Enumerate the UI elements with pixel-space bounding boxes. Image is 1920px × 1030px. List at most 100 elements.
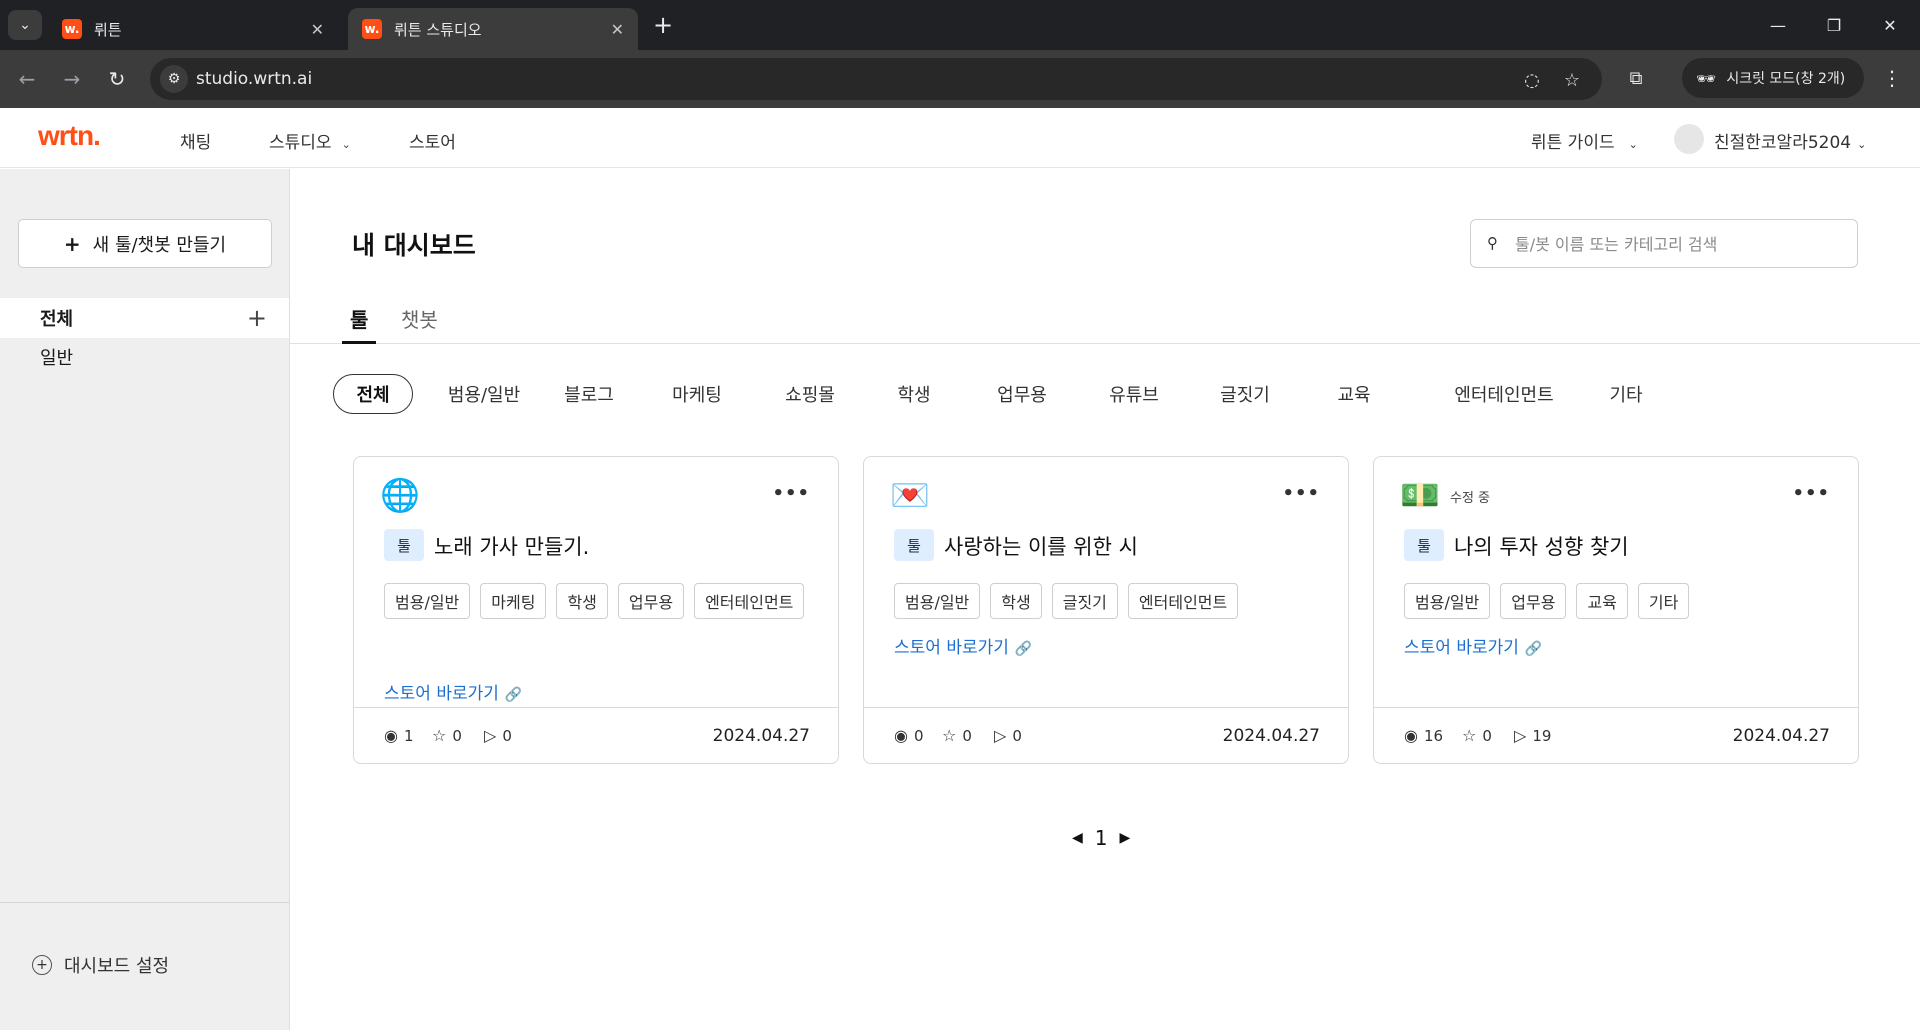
likes-count: 0: [452, 726, 462, 745]
link-icon: 🔗: [1014, 641, 1033, 657]
nav-chat[interactable]: 채팅: [180, 128, 211, 153]
search-input[interactable]: [1515, 232, 1845, 256]
new-tool-chatbot-button[interactable]: + 새 툴/챗봇 만들기: [18, 219, 272, 268]
store-link[interactable]: 스토어 바로가기 🔗: [894, 633, 1032, 658]
sidebar-item-all[interactable]: 전체 +: [0, 298, 289, 338]
user-menu[interactable]: 친절한코알라5204 ⌄: [1714, 128, 1866, 153]
likes-count: 0: [1482, 726, 1492, 745]
tab-tools[interactable]: 툴: [342, 304, 377, 344]
minimize-window-button[interactable]: —: [1750, 0, 1806, 50]
category-chip[interactable]: 쇼핑몰: [779, 374, 841, 414]
tool-name: 나의 투자 성향 찾기: [1454, 535, 1629, 559]
forward-arrow-icon[interactable]: →: [57, 64, 87, 94]
category-chip[interactable]: 엔터테인먼트: [1443, 374, 1565, 414]
address-bar[interactable]: ⚙ studio.wrtn.ai ◌ ☆: [150, 58, 1602, 100]
card-date: 2024.04.27: [1732, 726, 1830, 746]
tool-card[interactable]: 💌 ••• 툴 사랑하는 이를 위한 시 범용/일반 학생 글짓기 엔터테인먼트…: [863, 456, 1349, 764]
pagination: ◀ 1 ▶: [1072, 826, 1130, 850]
restore-window-button[interactable]: ❐: [1806, 0, 1862, 50]
category-chip[interactable]: 교육: [1333, 374, 1375, 414]
tab-close-icon[interactable]: ✕: [611, 20, 624, 39]
sidebar-item-general[interactable]: 일반: [0, 337, 289, 377]
plus-icon: +: [63, 231, 81, 256]
bookmark-star-icon[interactable]: ☆: [1560, 68, 1584, 92]
sidebar-item-label: 전체: [40, 309, 74, 330]
nav-studio[interactable]: 스튜디오 ⌄: [269, 128, 351, 153]
tab-close-icon[interactable]: ✕: [311, 20, 324, 39]
eye-off-icon[interactable]: ◌: [1520, 68, 1544, 92]
plus-circle-icon: +: [32, 955, 52, 975]
app-header: wrtn. 채팅 스튜디오 ⌄ 스토어 뤼튼 가이드 ⌄ 친절한코알라5204 ⌄: [0, 108, 1920, 168]
dashboard-settings-button[interactable]: + 대시보드 설정: [32, 952, 169, 978]
browser-tab-wrtn-studio[interactable]: w. 뤼튼 스튜디오 ✕: [348, 8, 638, 50]
runs-stat: ▷ 19: [1514, 726, 1551, 745]
tag-list: 범용/일반 업무용 교육 기타: [1404, 583, 1834, 619]
category-chip[interactable]: 글짓기: [1214, 374, 1276, 414]
site-settings-icon[interactable]: ⚙: [160, 65, 188, 93]
browser-menu-icon[interactable]: ⋮: [1880, 64, 1904, 92]
url-text[interactable]: studio.wrtn.ai: [196, 69, 312, 89]
category-chip[interactable]: 기타: [1605, 374, 1647, 414]
back-arrow-icon[interactable]: ←: [12, 64, 42, 94]
tab-search-button[interactable]: ⌄: [8, 10, 42, 40]
store-link[interactable]: 스토어 바로가기 🔗: [1404, 633, 1542, 658]
tag: 교육: [1576, 583, 1628, 619]
browser-tab-wrtn[interactable]: w. 뤼튼 ✕: [48, 8, 338, 50]
nav-store[interactable]: 스토어: [409, 128, 456, 153]
category-chip[interactable]: 범용/일반: [438, 374, 530, 414]
incognito-indicator[interactable]: 🕶 시크릿 모드(창 2개): [1682, 58, 1864, 98]
likes-count: 0: [962, 726, 972, 745]
card-footer: ◉ 1 ☆ 0 ▷ 0 2024.04.27: [354, 707, 838, 763]
eye-icon: ◉: [384, 726, 398, 745]
tool-card[interactable]: 🌐 ••• 툴 노래 가사 만들기. 범용/일반 마케팅 학생 업무용 엔터테인…: [353, 456, 839, 764]
status-badge: 수정 중: [1450, 491, 1491, 506]
tag: 글짓기: [1051, 583, 1118, 619]
category-chip[interactable]: 블로그: [558, 374, 620, 414]
love-letter-icon: 💌: [890, 476, 930, 514]
category-chip[interactable]: 학생: [893, 374, 935, 414]
more-options-icon[interactable]: •••: [772, 483, 810, 504]
views-stat: ◉ 16: [1404, 726, 1443, 745]
star-icon: ☆: [432, 726, 447, 745]
play-icon: ▷: [1514, 726, 1527, 745]
wrtn-favicon-icon: w.: [62, 19, 82, 39]
close-window-button[interactable]: ✕: [1862, 0, 1918, 50]
sidebar-divider: [0, 902, 289, 903]
type-badge: 툴: [1404, 529, 1444, 561]
user-name: 친절한코알라5204: [1714, 133, 1852, 153]
wrtn-logo[interactable]: wrtn.: [38, 120, 101, 152]
category-chip[interactable]: 유튜브: [1103, 374, 1165, 414]
category-chip[interactable]: 전체: [333, 374, 413, 414]
globe-icon: 🌐: [380, 476, 420, 514]
tag-list: 범용/일반 학생 글짓기 엔터테인먼트: [894, 583, 1324, 619]
tool-card[interactable]: 💵 수정 중 ••• 툴 나의 투자 성향 찾기 범용/일반 업무용 교육 기타…: [1373, 456, 1859, 764]
nav-studio-label: 스튜디오: [269, 133, 332, 153]
add-folder-icon[interactable]: +: [247, 304, 267, 332]
new-tab-button[interactable]: +: [648, 10, 678, 40]
likes-stat: ☆ 0: [432, 726, 462, 745]
category-chip[interactable]: 업무용: [991, 374, 1053, 414]
more-options-icon[interactable]: •••: [1792, 483, 1830, 504]
guide-menu[interactable]: 뤼튼 가이드 ⌄: [1531, 128, 1638, 153]
avatar[interactable]: [1674, 124, 1704, 154]
tag-list: 범용/일반 마케팅 학생 업무용 엔터테인먼트: [384, 583, 814, 619]
guide-label: 뤼튼 가이드: [1531, 133, 1615, 153]
category-chip[interactable]: 마케팅: [666, 374, 728, 414]
store-link[interactable]: 스토어 바로가기 🔗: [384, 679, 522, 704]
incognito-icon: 🕶: [1696, 68, 1717, 88]
more-options-icon[interactable]: •••: [1282, 483, 1320, 504]
extensions-puzzle-icon[interactable]: ⧉: [1622, 64, 1650, 92]
next-page-icon[interactable]: ▶: [1120, 830, 1131, 846]
sidebar: + 새 툴/챗봇 만들기 전체 + 일반 + 대시보드 설정: [0, 169, 290, 1030]
search-box[interactable]: ⚲: [1470, 219, 1858, 268]
search-icon: ⚲: [1487, 234, 1498, 252]
tool-name: 사랑하는 이를 위한 시: [944, 535, 1138, 559]
prev-page-icon[interactable]: ◀: [1072, 830, 1083, 846]
page-number[interactable]: 1: [1095, 826, 1108, 850]
eye-icon: ◉: [1404, 726, 1418, 745]
runs-stat: ▷ 0: [994, 726, 1022, 745]
tag: 학생: [556, 583, 608, 619]
tab-chatbots[interactable]: 챗봇: [393, 304, 446, 344]
reload-icon[interactable]: ↻: [102, 64, 132, 94]
link-icon: 🔗: [504, 687, 523, 703]
